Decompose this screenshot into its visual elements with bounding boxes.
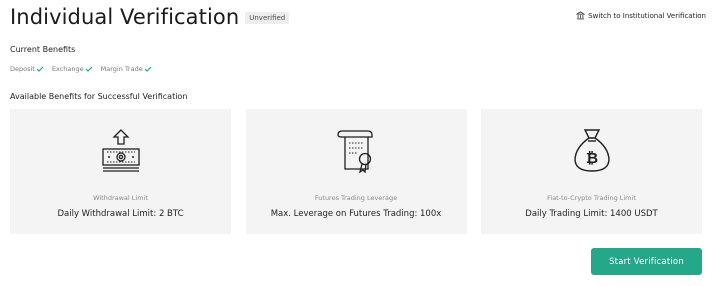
status-badge: Unverified: [245, 11, 290, 24]
current-benefits-list: Deposit Exchange Margin Trade: [10, 65, 160, 73]
current-benefits-heading: Current Benefits: [10, 45, 76, 54]
benefit-value: Daily Trading Limit: 1400 USDT: [525, 209, 658, 219]
benefit-cards: Withdrawal Limit Daily Withdrawal Limit:…: [10, 109, 702, 234]
benefit-label: Deposit: [10, 65, 35, 73]
benefit-margin-trade: Margin Trade: [101, 65, 152, 73]
benefit-exchange: Exchange: [52, 65, 93, 73]
available-benefits-heading: Available Benefits for Successful Verifi…: [10, 92, 188, 101]
benefit-label: Margin Trade: [100, 65, 143, 73]
withdraw-cash-icon: [98, 127, 144, 173]
check-icon: [144, 66, 152, 72]
benefit-caption: Withdrawal Limit: [93, 194, 148, 202]
benefit-card-futures: Futures Trading Leverage Max. Leverage o…: [245, 109, 467, 234]
check-icon: [36, 66, 44, 72]
bitcoin-money-bag-icon: ₿: [569, 127, 615, 173]
page-header: Individual Verification Unverified Switc…: [10, 4, 706, 30]
certificate-scroll-icon: [333, 127, 379, 173]
benefit-card-fiat-crypto: ₿ Fiat-to-Crypto Trading Limit Daily Tra…: [481, 109, 702, 234]
institution-icon: [576, 11, 586, 20]
check-icon: [85, 66, 93, 72]
benefit-caption: Futures Trading Leverage: [314, 194, 398, 202]
benefit-value: Max. Leverage on Futures Trading: 100x: [270, 209, 442, 219]
svg-text:₿: ₿: [585, 149, 597, 167]
benefit-deposit: Deposit: [10, 65, 44, 73]
benefit-value: Daily Withdrawal Limit: 2 BTC: [57, 209, 184, 219]
benefit-card-withdrawal: Withdrawal Limit Daily Withdrawal Limit:…: [10, 109, 231, 234]
benefit-caption: Fiat-to-Crypto Trading Limit: [547, 194, 636, 202]
start-verification-button[interactable]: Start Verification: [591, 248, 702, 275]
switch-link-label: Switch to Institutional Verification: [588, 11, 706, 20]
switch-to-institutional-link[interactable]: Switch to Institutional Verification: [576, 11, 706, 20]
benefit-label: Exchange: [51, 65, 84, 73]
page-title: Individual Verification: [10, 5, 240, 29]
